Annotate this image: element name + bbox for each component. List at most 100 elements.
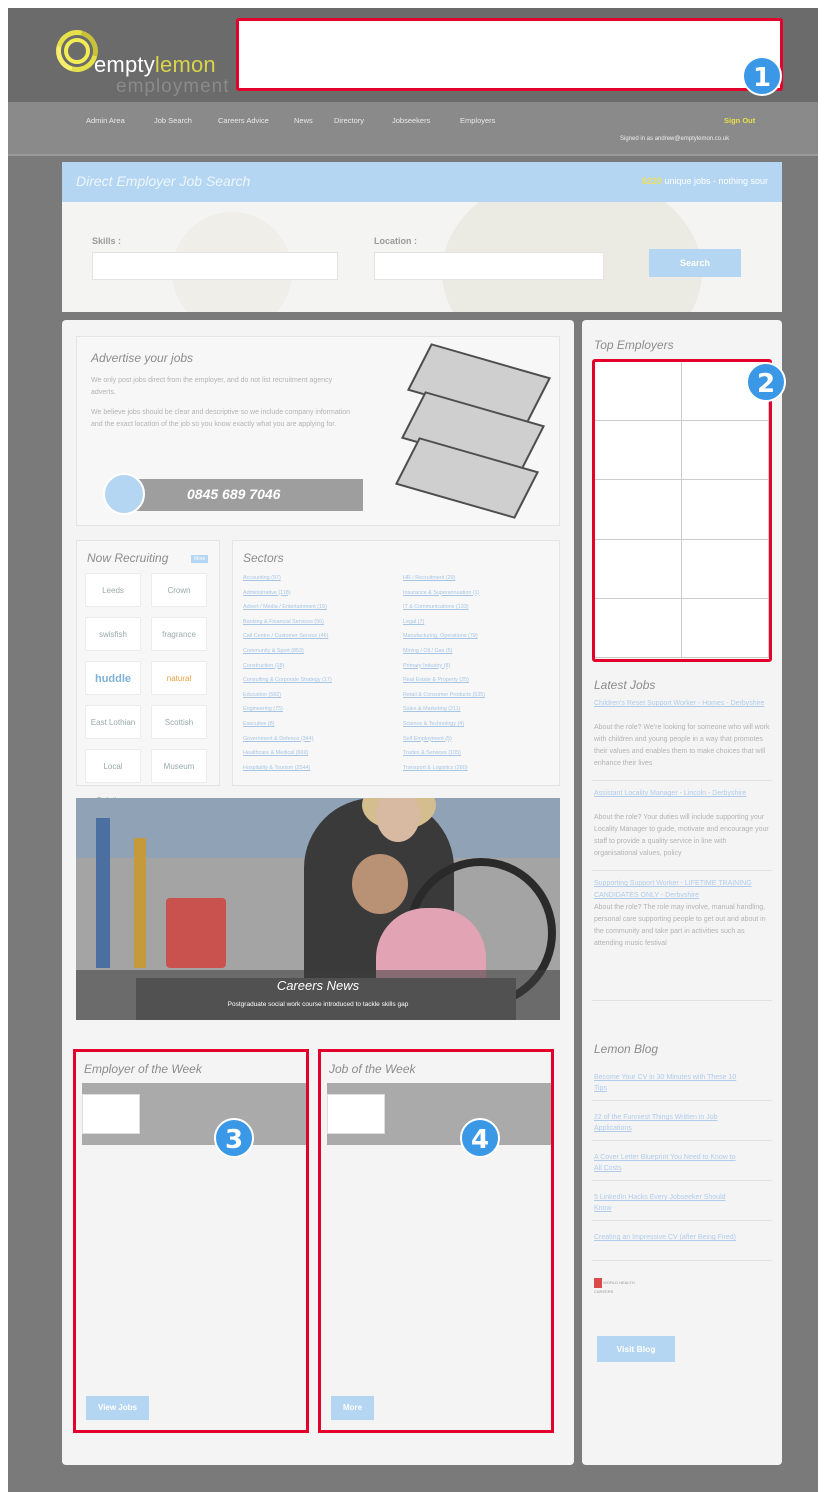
logo-word-empty: empty (94, 52, 155, 77)
employer-logo-museum[interactable]: Museum (151, 749, 207, 783)
page: emptylemon employment 1 Admin Area Job S… (8, 8, 818, 1492)
sectors-title: Sectors (243, 551, 284, 565)
employer-logo-leeds[interactable]: Leeds (85, 573, 141, 607)
job-search-panel: Direct Employer Job Search 8220 unique j… (62, 162, 782, 312)
sector-link[interactable]: Consulting & Corporate Strategy (17) (243, 677, 332, 683)
now-recruiting-title: Now Recruiting (87, 551, 169, 565)
sector-link[interactable]: Banking & Financial Services (56) (243, 619, 324, 625)
location-label: Location : (374, 236, 417, 246)
nav-careers-advice[interactable]: Careers Advice (218, 116, 269, 125)
location-input[interactable] (374, 252, 604, 280)
sector-link[interactable]: Construction (18) (243, 663, 284, 669)
sector-link[interactable]: Government & Defence (344) (243, 736, 313, 742)
header-banner-placeholder (236, 18, 783, 91)
lemon-phone-icon (103, 473, 145, 515)
latest-job-link-3[interactable]: Supporting Support Worker - LIFETIME TRA… (594, 878, 770, 902)
advertise-box: Advertise your jobs We only post jobs di… (76, 336, 560, 526)
main-content: Advertise your jobs We only post jobs di… (62, 320, 574, 1465)
nav-directory[interactable]: Directory (334, 116, 364, 125)
employer-logo-natural[interactable]: natural (151, 661, 207, 695)
blog-link-4[interactable]: 5 LinkedIn Hacks Every Jobseeker Should … (594, 1192, 744, 1214)
phone-number[interactable]: 0845 689 7046 (187, 486, 280, 502)
job-of-week-logo[interactable] (327, 1094, 385, 1134)
employer-logo-local-solutions[interactable]: Local Solutions (85, 749, 141, 805)
callout-badge-2: 2 (746, 362, 786, 402)
sector-link[interactable]: Advert / Media / Entertainment (16) (243, 604, 327, 610)
sector-link[interactable]: IT & Communications (133) (403, 604, 469, 610)
sector-link[interactable]: Legal (7) (403, 619, 424, 625)
blog-link-3[interactable]: A Cover Letter Blueprint You Need to Kno… (594, 1152, 744, 1174)
sector-link[interactable]: Insurance & Superannuation (1) (403, 590, 479, 596)
divider (592, 1100, 772, 1101)
sector-link[interactable]: Science & Technology (4) (403, 721, 464, 727)
latest-job-desc-1: About the role? We're looking for someon… (594, 724, 770, 767)
job-count-number: 8220 (641, 176, 662, 186)
sector-link[interactable]: Retail & Consumer Products (535) (403, 692, 485, 698)
visit-blog-button[interactable]: Visit Blog (597, 1336, 675, 1362)
employer-logo-huddle[interactable]: huddle (85, 661, 141, 695)
employer-logo-east-lothian[interactable]: East Lothian (85, 705, 141, 739)
now-recruiting-box: Now Recruiting More Leeds Crown swisfish… (76, 540, 220, 805)
blog-link-1[interactable]: Become Your CV in 30 Minutes with These … (594, 1072, 744, 1094)
advertise-title: Advertise your jobs (91, 351, 194, 365)
logo-word-lemon: lemon (154, 52, 216, 77)
advertise-text-2: We believe jobs should be clear and desc… (91, 409, 351, 428)
sector-link[interactable]: HR / Recruitment (29) (403, 575, 455, 581)
photo-child-head (352, 854, 408, 914)
sector-link[interactable]: Mining / Oil / Gas (5) (403, 648, 452, 654)
callout-badge-4: 4 (460, 1118, 500, 1158)
job-of-the-week-box: Job of the Week More (318, 1049, 554, 1433)
recruiting-more-button[interactable]: More (191, 555, 209, 563)
divider (592, 1180, 772, 1181)
top-employers-highlight (592, 359, 772, 662)
unique-jobs-count: 8220 unique jobs - nothing sour (642, 176, 768, 186)
sector-link[interactable]: Engineering (75) (243, 706, 283, 712)
sector-link[interactable]: Transport & Logistics (280) (403, 765, 468, 771)
sector-link[interactable]: Healthcare & Medical (669) (243, 750, 308, 756)
sector-link[interactable]: Community & Sport (853) (243, 648, 304, 654)
divider (592, 1260, 772, 1261)
careers-news-headline[interactable]: Postgraduate social work course introduc… (76, 1001, 560, 1008)
site-header: emptylemon employment (8, 8, 818, 102)
divider (592, 780, 772, 781)
nav-news[interactable]: News (294, 116, 313, 125)
view-jobs-button[interactable]: View Jobs (86, 1396, 149, 1420)
blog-link-2[interactable]: 22 of the Funniest Things Written in Job… (594, 1112, 744, 1134)
blog-link-5[interactable]: Creating an Impressive CV (after Being F… (594, 1232, 744, 1243)
employer-of-week-logo[interactable] (82, 1094, 140, 1134)
search-button[interactable]: Search (649, 249, 741, 277)
sector-link[interactable]: Call Centre / Customer Service (46) (243, 633, 328, 639)
latest-job-link-1[interactable]: Children's Reset Support Worker - Homes … (594, 698, 770, 710)
nav-jobseekers[interactable]: Jobseekers (392, 116, 430, 125)
logo-word-employment: employment (116, 76, 230, 97)
sector-link[interactable]: Sales & Marketing (211) (403, 706, 460, 712)
latest-job-desc-3: About the role? The role may involve, ma… (594, 904, 766, 947)
sector-link[interactable]: Real Estate & Property (25) (403, 677, 469, 683)
lemon-blog-title: Lemon Blog (594, 1042, 659, 1056)
employer-logo-fragrance[interactable]: fragrance (151, 617, 207, 651)
sector-link[interactable]: Hospitality & Tourism (2544) (243, 765, 310, 771)
latest-job-link-2[interactable]: Assistant Locality Manager - Lincoln - D… (594, 788, 770, 800)
playground-post-yellow (134, 838, 146, 968)
careers-news-feature[interactable]: Careers News Postgraduate social work co… (76, 798, 560, 1020)
nav-admin-area[interactable]: Admin Area (86, 116, 125, 125)
sector-link[interactable]: Executive (8) (243, 721, 274, 727)
sector-link[interactable]: Education (582) (243, 692, 281, 698)
sector-link[interactable]: Administrative (118) (243, 590, 291, 596)
playground-panel-red (166, 898, 226, 968)
job-of-week-more-button[interactable]: More (331, 1396, 375, 1420)
employer-logo-swisfish[interactable]: swisfish (85, 617, 141, 651)
nav-job-search[interactable]: Job Search (154, 116, 192, 125)
skills-input[interactable] (92, 252, 338, 280)
search-header-bar: Direct Employer Job Search 8220 unique j… (62, 162, 782, 202)
nav-employers[interactable]: Employers (460, 116, 495, 125)
sector-link[interactable]: Self Employment (5) (403, 736, 452, 742)
sector-link[interactable]: Accounting (97) (243, 575, 281, 581)
sign-out-link[interactable]: Sign Out (724, 116, 755, 125)
sector-link[interactable]: Manufacturing, Operations (79) (403, 633, 478, 639)
employer-logo-crown[interactable]: Crown (151, 573, 207, 607)
emptylemon-logo[interactable]: emptylemon employment (48, 22, 236, 100)
sector-link[interactable]: Primary Industry (8) (403, 663, 450, 669)
employer-logo-scottish-borders[interactable]: Scottish Borders (151, 705, 207, 761)
sector-link[interactable]: Trades & Services (105) (403, 750, 461, 756)
